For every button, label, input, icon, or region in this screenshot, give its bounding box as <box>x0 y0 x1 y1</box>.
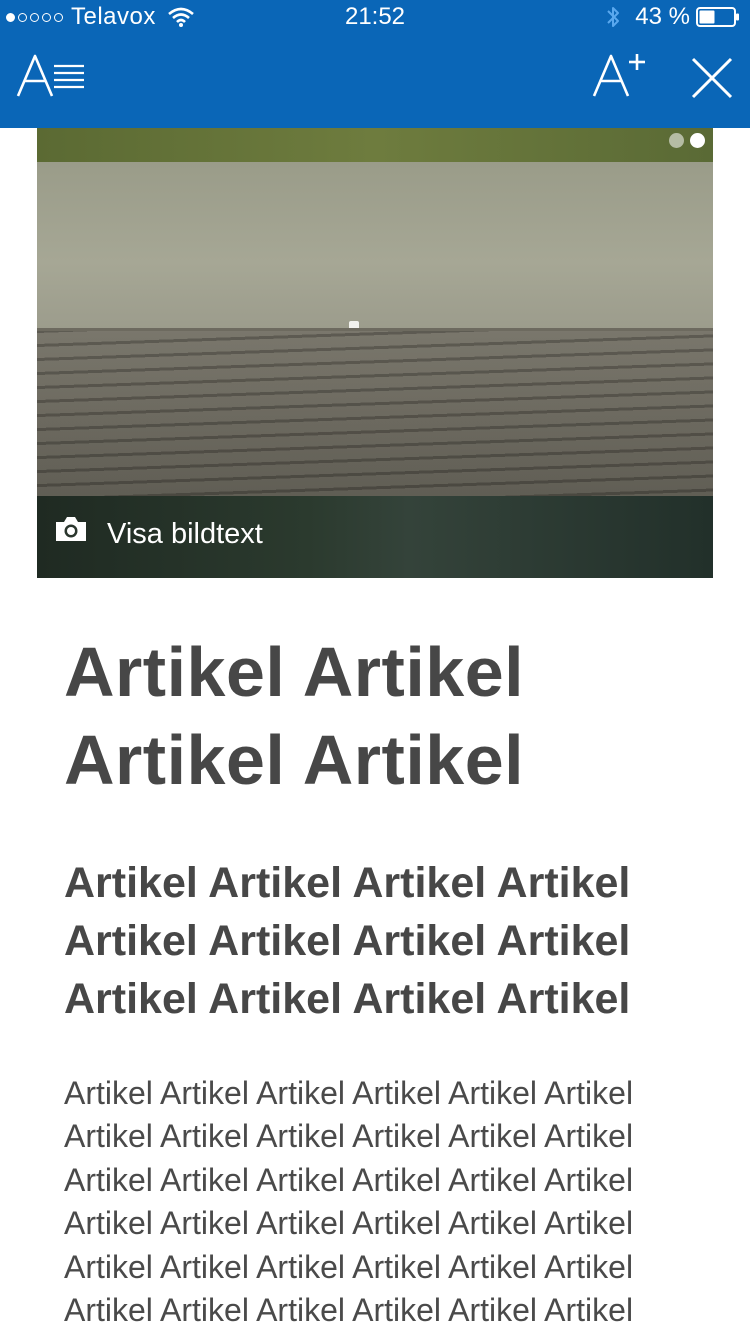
hero-image-sky <box>37 162 713 330</box>
hero-image-horizon <box>37 328 713 331</box>
status-bar: Telavox 21:52 43 % <box>0 0 750 34</box>
hero-image-carousel[interactable]: Visa bildtext <box>37 128 713 578</box>
hero-image-edge <box>37 128 713 162</box>
battery-icon <box>696 7 739 27</box>
close-icon[interactable] <box>690 56 734 100</box>
bluetooth-icon <box>607 7 620 27</box>
show-caption-button[interactable]: Visa bildtext <box>107 518 263 551</box>
reader-view-icon[interactable] <box>14 52 86 102</box>
article-subheading: Artikel Artikel Artikel Artikel Artikel … <box>64 859 631 1023</box>
hero-image-boat <box>349 321 359 328</box>
camera-icon[interactable] <box>53 514 89 544</box>
status-right: 43 % <box>605 3 740 31</box>
pager-dot-active[interactable] <box>690 133 705 148</box>
app-bar <box>0 34 750 128</box>
battery-percentage: 43 % <box>635 3 690 30</box>
article-headline: Artikel Artikel Artikel Artikel <box>64 633 525 799</box>
text-size-increase-icon[interactable] <box>590 52 652 102</box>
carousel-pager[interactable] <box>669 133 705 148</box>
article-content: Artikel Artikel Artikel Artikel Artikel … <box>64 628 714 1332</box>
article-body: Artikel Artikel Artikel Artikel Artikel … <box>64 1075 634 1329</box>
pager-dot[interactable] <box>669 133 684 148</box>
